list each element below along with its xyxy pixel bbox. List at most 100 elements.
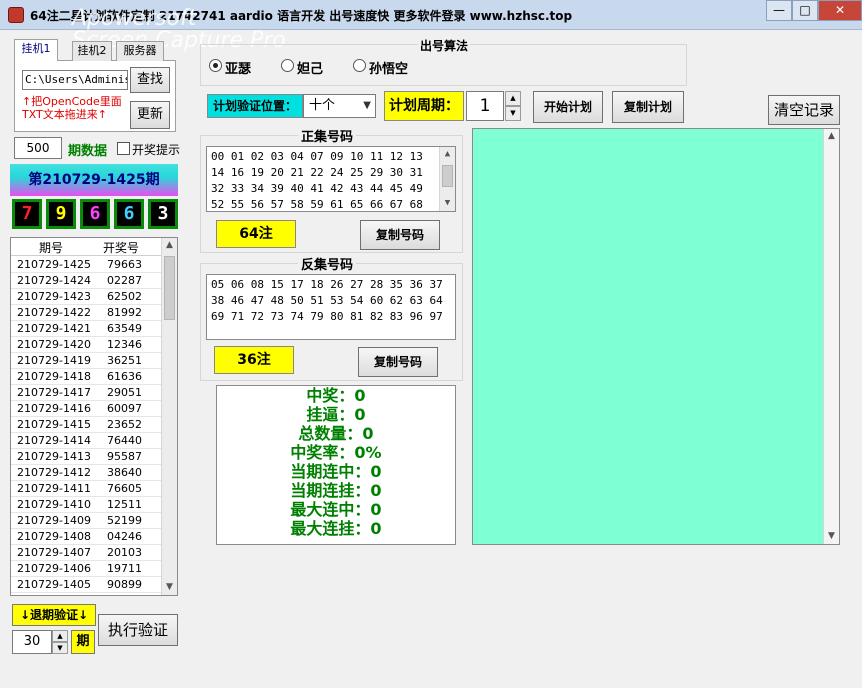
algo-label-daji[interactable]: 妲己: [297, 58, 323, 77]
table-row[interactable]: 210729-1407 20103: [11, 545, 163, 561]
algo-label-yase[interactable]: 亚瑟: [225, 58, 251, 77]
table-row[interactable]: 210729-1417 29051: [11, 385, 163, 401]
table-row[interactable]: 210729-1414 76440: [11, 433, 163, 449]
copy-negative-button[interactable]: 复制号码: [358, 347, 438, 377]
stat-win-rate: 中奖率：0%: [290, 443, 382, 462]
table-row[interactable]: 210729-1419 36251: [11, 353, 163, 369]
path-input[interactable]: C:\Users\Administ: [22, 70, 128, 90]
current-period-banner: 第210729-1425期: [10, 164, 178, 196]
start-plan-button[interactable]: 开始计划: [533, 91, 603, 123]
history-period-cell: 210729-1406: [17, 562, 91, 575]
clear-log-button[interactable]: 清空记录: [768, 95, 840, 125]
history-period-cell: 210729-1415: [17, 418, 91, 431]
chevron-down-icon[interactable]: ▼: [363, 95, 371, 117]
table-row[interactable]: 210729-1418 61636: [11, 369, 163, 385]
plan-log[interactable]: ▲ ▼: [472, 128, 840, 545]
history-number-cell: 23652: [107, 418, 142, 431]
algo-radio-daji[interactable]: [281, 59, 294, 72]
draw-alert-label: 开奖提示: [132, 143, 181, 157]
find-button[interactable]: 查找: [130, 67, 170, 93]
table-row[interactable]: 210729-1411 76605: [11, 481, 163, 497]
stat-wins: 中奖：0: [306, 386, 366, 405]
history-period-cell: 210729-1424: [17, 274, 91, 287]
table-row[interactable]: 210729-1416 60097: [11, 401, 163, 417]
table-row[interactable]: 210729-1420 12346: [11, 337, 163, 353]
history-period-cell: 210729-1425: [17, 258, 91, 271]
history-period-cell: 210729-1411: [17, 482, 91, 495]
table-row[interactable]: 210729-1413 95587: [11, 449, 163, 465]
table-row[interactable]: 210729-1410 12511: [11, 497, 163, 513]
scroll-up-icon[interactable]: ▲: [162, 238, 177, 253]
verify-position-select[interactable]: 十个 ▼: [303, 94, 376, 118]
backtest-button[interactable]: ↓退期验证↓: [12, 604, 96, 626]
table-row[interactable]: 210729-1423 62502: [11, 289, 163, 305]
negative-count: 36注: [214, 346, 294, 374]
log-scroll-down-icon[interactable]: ▼: [824, 529, 839, 544]
history-scrollbar[interactable]: ▲ ▼: [161, 238, 177, 595]
positive-numbers[interactable]: 00 01 02 03 04 07 09 10 11 12 13 14 16 1…: [206, 146, 456, 212]
history-number-cell: 12511: [107, 498, 142, 511]
log-scroll-up-icon[interactable]: ▲: [824, 129, 839, 144]
table-row[interactable]: 210729-1422 81992: [11, 305, 163, 321]
draw-digit-2-value: 9: [55, 203, 67, 224]
algo-radio-yase[interactable]: [209, 59, 222, 72]
positive-scroll-down-icon[interactable]: ▼: [440, 196, 455, 211]
history-number-cell: 76605: [107, 482, 142, 495]
copy-plan-button[interactable]: 复制计划: [612, 91, 684, 123]
algo-label-sunwukong[interactable]: 孙悟空: [369, 58, 408, 77]
positive-scroll-thumb[interactable]: [442, 165, 453, 187]
draw-alert-checkbox[interactable]: [117, 142, 130, 155]
cycle-spin-up-icon[interactable]: ▲: [505, 91, 521, 106]
positive-numbers-text: 00 01 02 03 04 07 09 10 11 12 13 14 16 1…: [211, 150, 423, 211]
cycle-input[interactable]: 1: [466, 91, 504, 121]
draw-digit-4-value: 6: [123, 203, 135, 224]
draw-digit-1: 7: [12, 199, 42, 229]
history-number-cell: 81992: [107, 306, 142, 319]
draw-digit-3: 6: [80, 199, 110, 229]
update-button[interactable]: 更新: [130, 101, 170, 129]
history-number-cell: 63549: [107, 322, 142, 335]
history-col-number[interactable]: 开奖号: [103, 239, 139, 256]
draw-digit-5-value: 3: [157, 203, 169, 224]
positive-scroll-up-icon[interactable]: ▲: [440, 147, 455, 162]
algorithm-title: 出号算法: [418, 37, 471, 54]
backtest-periods-input[interactable]: 30: [12, 630, 52, 654]
table-row[interactable]: 210729-1421 63549: [11, 321, 163, 337]
table-row[interactable]: 210729-1408 04246: [11, 529, 163, 545]
maximize-button[interactable]: □: [792, 0, 818, 21]
history-number-cell: 76440: [107, 434, 142, 447]
table-row[interactable]: 210729-1412 38640: [11, 465, 163, 481]
scroll-thumb[interactable]: [164, 256, 175, 320]
drag-hint-line2: TXT文本拖进来↑: [22, 108, 107, 121]
table-row[interactable]: 210729-1424 02287: [11, 273, 163, 289]
table-row[interactable]: 210729-1409 52199: [11, 513, 163, 529]
history-period-cell: 210729-1405: [17, 578, 91, 591]
stat-max-win-streak: 最大连中：0: [290, 500, 382, 519]
tab-hangup-2[interactable]: 挂机2: [72, 41, 112, 61]
positive-count: 64注: [216, 220, 296, 248]
negative-numbers[interactable]: 05 06 08 15 17 18 26 27 28 35 36 37 38 4…: [206, 274, 456, 340]
table-row[interactable]: 210729-1405 90899: [11, 577, 163, 593]
spin-up-icon[interactable]: ▲: [52, 630, 68, 642]
periods-input[interactable]: 500: [14, 137, 62, 159]
table-row[interactable]: 210729-1406 19711: [11, 561, 163, 577]
algo-radio-sunwukong[interactable]: [353, 59, 366, 72]
tab-server[interactable]: 服务器: [116, 41, 164, 61]
history-table[interactable]: 期号 开奖号 210729-1425 79663 210729-1424 02287 2…: [10, 237, 178, 596]
table-row[interactable]: 210729-1425 79663: [11, 257, 163, 273]
history-col-period[interactable]: 期号: [39, 239, 63, 256]
history-number-cell: 90899: [107, 578, 142, 591]
minimize-button[interactable]: —: [766, 0, 792, 21]
positive-scrollbar[interactable]: ▲ ▼: [439, 147, 455, 211]
history-period-cell: 210729-1421: [17, 322, 91, 335]
execute-verify-button[interactable]: 执行验证: [98, 614, 178, 646]
table-row[interactable]: 210729-1415 23652: [11, 417, 163, 433]
spin-down-icon[interactable]: ▼: [52, 642, 68, 654]
log-scrollbar[interactable]: ▲ ▼: [823, 129, 839, 544]
scroll-down-icon[interactable]: ▼: [162, 580, 177, 595]
copy-positive-button[interactable]: 复制号码: [360, 220, 440, 250]
stat-max-loss-streak: 最大连挂：0: [290, 519, 382, 538]
tab-hangup-1[interactable]: 挂机1: [14, 39, 58, 61]
cycle-spin-down-icon[interactable]: ▼: [505, 106, 521, 121]
close-button[interactable]: ✕: [818, 0, 862, 21]
